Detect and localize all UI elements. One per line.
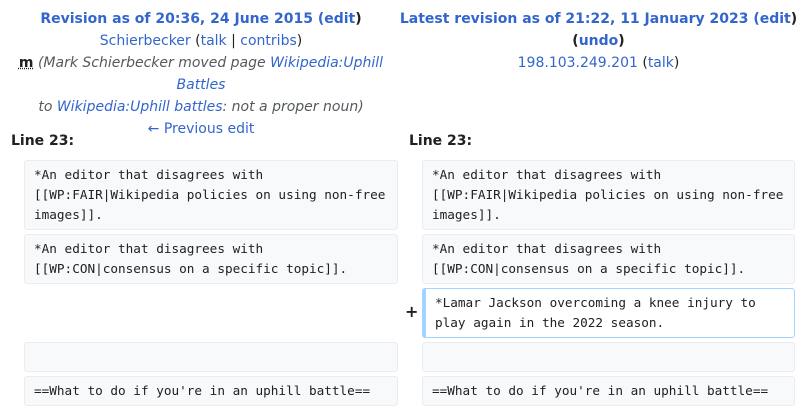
left-talk-link[interactable]: talk	[201, 33, 227, 49]
added-line-marker: +	[405, 302, 419, 321]
diff-context-left: *An editor that disagrees with [[WP:FAIR…	[24, 160, 398, 230]
right-edit-link[interactable]: edit	[760, 11, 791, 27]
diff-added-line: *Lamar Jackson overcoming a knee injury …	[422, 288, 795, 338]
undo-link[interactable]: undo	[579, 33, 619, 49]
edit-summary: m (Mark Schierbecker moved page Wikipedi…	[18, 55, 384, 115]
minor-edit-mark: m	[18, 55, 34, 71]
left-user-link[interactable]: Schierbecker	[100, 33, 191, 49]
right-revision-timestamp-link[interactable]: Latest revision as of 21:22, 11 January …	[400, 11, 760, 27]
left-revision-title: Revision as of 20:36, 24 June 2015 (edit…	[40, 11, 362, 27]
diff-context-left: ==What to do if you're in an uphill batt…	[24, 376, 398, 406]
right-revision-header: Latest revision as of 21:22, 11 January …	[398, 8, 799, 74]
left-revision-timestamp-link[interactable]: Revision as of 20:36, 24 June 2015 (	[40, 11, 324, 27]
right-talk-link[interactable]: talk	[648, 55, 674, 71]
left-contribs-link[interactable]: contribs	[240, 33, 296, 49]
diff-context-left: *An editor that disagrees with [[WP:CON|…	[24, 234, 398, 284]
diff-context-right: *An editor that disagrees with [[WP:FAIR…	[422, 160, 795, 230]
left-line-number: Line 23:	[11, 133, 75, 149]
right-user-line: 198.103.249.201 (talk)	[517, 55, 680, 71]
right-revision-title: Latest revision as of 21:22, 11 January …	[399, 11, 798, 49]
right-user-link[interactable]: 198.103.249.201	[518, 55, 638, 71]
left-user-line: Schierbecker (talk | contribs)	[99, 33, 303, 49]
diff-context-right: *An editor that disagrees with [[WP:CON|…	[422, 234, 795, 284]
right-line-number: Line 23:	[409, 133, 473, 149]
diff-context-right-empty	[422, 342, 795, 372]
left-edit-link[interactable]: edit	[324, 11, 355, 27]
previous-edit-link[interactable]: ← Previous edit	[148, 121, 255, 137]
left-revision-header: Revision as of 20:36, 24 June 2015 (edit…	[0, 8, 402, 140]
summary-link-new-page[interactable]: Wikipedia:Uphill battles	[57, 99, 223, 115]
diff-context-left-empty	[24, 342, 398, 372]
diff-context-right: ==What to do if you're in an uphill batt…	[422, 376, 795, 406]
